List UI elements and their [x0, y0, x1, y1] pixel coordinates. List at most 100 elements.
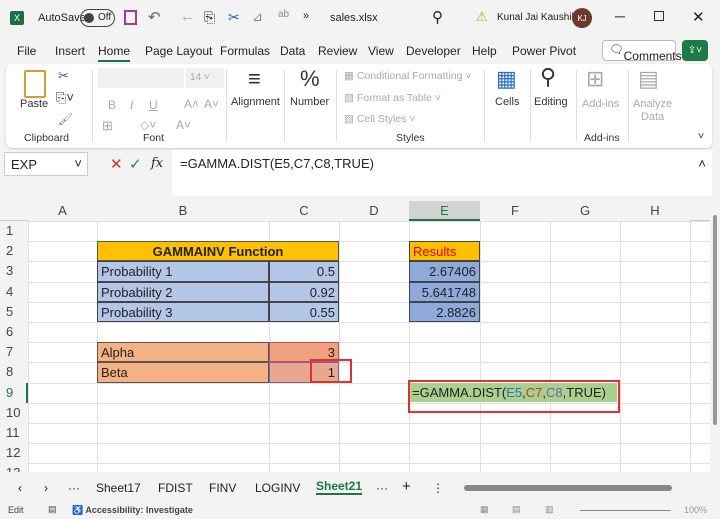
conditional-formatting-button[interactable]: ▦ Conditional Formatting ˅: [344, 70, 472, 82]
row-header-13[interactable]: 13: [0, 463, 28, 472]
column-header-H[interactable]: H: [620, 201, 690, 221]
zoom-slider[interactable]: [580, 510, 670, 511]
result-cell[interactable]: 2.8826: [409, 301, 480, 322]
result-cell[interactable]: 2.67406: [409, 261, 480, 282]
tab-formulas[interactable]: Formulas: [220, 44, 270, 58]
label-cell[interactable]: Probability 3: [97, 301, 269, 322]
font-name-dropdown[interactable]: [98, 68, 184, 88]
prev-sheet-icon[interactable]: ‹: [18, 481, 22, 495]
enter-icon[interactable]: ✓: [129, 155, 142, 173]
insert-function-button[interactable]: fx: [151, 156, 163, 171]
result-cell[interactable]: 5.641748: [409, 281, 480, 302]
column-header-G[interactable]: G: [550, 201, 620, 221]
underline-button[interactable]: U: [149, 98, 158, 112]
add-sheet-icon[interactable]: +: [402, 478, 411, 495]
column-header-C[interactable]: C: [269, 201, 339, 221]
tab-page-layout[interactable]: Page Layout: [145, 44, 212, 58]
column-header-D[interactable]: D: [339, 201, 409, 221]
more-sheets-icon[interactable]: ···: [68, 481, 80, 495]
font-size-dropdown[interactable]: 14 ˅: [186, 68, 224, 88]
value-cell[interactable]: 0.92: [269, 281, 339, 302]
row-header-7[interactable]: 7: [0, 342, 28, 363]
bold-button[interactable]: B: [108, 98, 116, 112]
copy-icon[interactable]: ⎘: [204, 9, 215, 26]
row-header-11[interactable]: 11: [0, 423, 28, 444]
tab-power-pivot[interactable]: Power Pivot: [512, 44, 576, 58]
row-header-5[interactable]: 5: [0, 301, 28, 322]
chart-icon[interactable]: ⊿: [252, 9, 263, 25]
file-name[interactable]: sales.xlsx: [330, 12, 378, 24]
copy-icon[interactable]: ⎘˅: [56, 90, 74, 106]
close-icon[interactable]: ✕: [692, 8, 705, 26]
minimize-icon[interactable]: ─: [615, 8, 625, 24]
row-header-12[interactable]: 12: [0, 443, 28, 464]
column-header-E[interactable]: E: [409, 201, 480, 221]
tab-review[interactable]: Review: [318, 44, 357, 58]
italic-button[interactable]: I: [130, 98, 133, 112]
analyze-data-button[interactable]: Analyze Data: [633, 98, 672, 124]
tab-help[interactable]: Help: [472, 44, 497, 58]
sheet-tab[interactable]: FINV: [209, 481, 236, 495]
row-header-1[interactable]: 1: [0, 221, 28, 242]
decrease-font-icon[interactable]: A˅: [204, 97, 219, 111]
paste-button[interactable]: Paste: [20, 98, 48, 110]
fill-color-icon[interactable]: ◇˅: [140, 118, 156, 132]
autosave-toggle[interactable]: Off: [80, 9, 115, 27]
row-header-8[interactable]: 8: [0, 362, 28, 383]
undo-icon[interactable]: ↶: [148, 8, 161, 26]
formula-input[interactable]: =GAMMA.DIST(E5,C7,C8,TRUE) ˄: [172, 150, 712, 196]
cancel-icon[interactable]: ✕: [110, 155, 123, 173]
tab-developer[interactable]: Developer: [406, 44, 461, 58]
number-button[interactable]: Number: [290, 96, 329, 108]
tab-insert[interactable]: Insert: [55, 44, 85, 58]
macro-icon[interactable]: ▤: [48, 504, 57, 515]
page-break-icon[interactable]: ▥: [545, 504, 554, 515]
tab-view[interactable]: View: [368, 44, 394, 58]
increase-font-icon[interactable]: A˄: [184, 97, 199, 111]
row-header-10[interactable]: 10: [0, 402, 28, 423]
column-header-F[interactable]: F: [480, 201, 550, 221]
results-header-cell[interactable]: Results: [409, 241, 480, 262]
font-color-icon[interactable]: A˅: [176, 118, 191, 132]
format-as-table-button[interactable]: ▧ Format as Table ˅: [344, 92, 441, 104]
horizontal-scrollbar[interactable]: [452, 484, 704, 492]
page-layout-icon[interactable]: ▤: [512, 504, 521, 515]
expand-formula-icon[interactable]: ˄: [698, 156, 706, 171]
alpha-label-cell[interactable]: Alpha: [97, 342, 269, 363]
row-header-6[interactable]: 6: [0, 322, 28, 343]
options-icon[interactable]: ⋮: [432, 481, 444, 495]
value-cell[interactable]: 0.5: [269, 261, 339, 282]
format-painter-icon[interactable]: 🖌: [58, 112, 73, 126]
more-icon[interactable]: »: [303, 10, 309, 22]
column-header-A[interactable]: A: [28, 201, 97, 221]
column-header-B[interactable]: B: [97, 201, 269, 221]
tab-home[interactable]: Home: [98, 44, 131, 62]
sheet-tab-active[interactable]: Sheet21: [316, 479, 363, 495]
alignment-button[interactable]: Alignment: [231, 96, 280, 108]
sheet-tab[interactable]: Sheet17: [96, 481, 141, 495]
redo-icon[interactable]: ←: [180, 8, 195, 25]
search-icon[interactable]: ⚲: [432, 8, 443, 26]
sheet-tab[interactable]: FDIST: [158, 481, 193, 495]
row-header-2[interactable]: 2: [0, 241, 28, 262]
avatar[interactable]: KJ: [572, 8, 592, 28]
save-icon[interactable]: [124, 10, 137, 25]
sheet-tab[interactable]: LOGINV: [255, 481, 300, 495]
editing-button[interactable]: Editing: [534, 96, 568, 108]
zoom-level[interactable]: 100%: [684, 505, 707, 515]
spreadsheet-grid[interactable]: ABCDEFGH12345678910111213GAMMAINV Functi…: [0, 201, 710, 472]
cut-icon[interactable]: ✂: [228, 9, 240, 26]
value-cell[interactable]: 0.55: [269, 301, 339, 322]
row-header-9[interactable]: 9: [0, 382, 28, 403]
borders-icon[interactable]: ⊞: [102, 118, 113, 134]
beta-label-cell[interactable]: Beta: [97, 362, 269, 383]
accessibility-button[interactable]: ♿ Accessibility: Investigate: [72, 505, 193, 516]
collapse-ribbon-icon[interactable]: ˅: [698, 130, 704, 142]
cut-icon[interactable]: ✂: [58, 68, 69, 84]
tab-data[interactable]: Data: [280, 44, 305, 58]
share-button[interactable]: ⇪˅: [682, 40, 708, 61]
tab-file[interactable]: File: [17, 44, 36, 58]
row-header-3[interactable]: 3: [0, 261, 28, 282]
more-sheets-icon[interactable]: ···: [376, 481, 388, 495]
paste-icon[interactable]: [24, 70, 46, 98]
